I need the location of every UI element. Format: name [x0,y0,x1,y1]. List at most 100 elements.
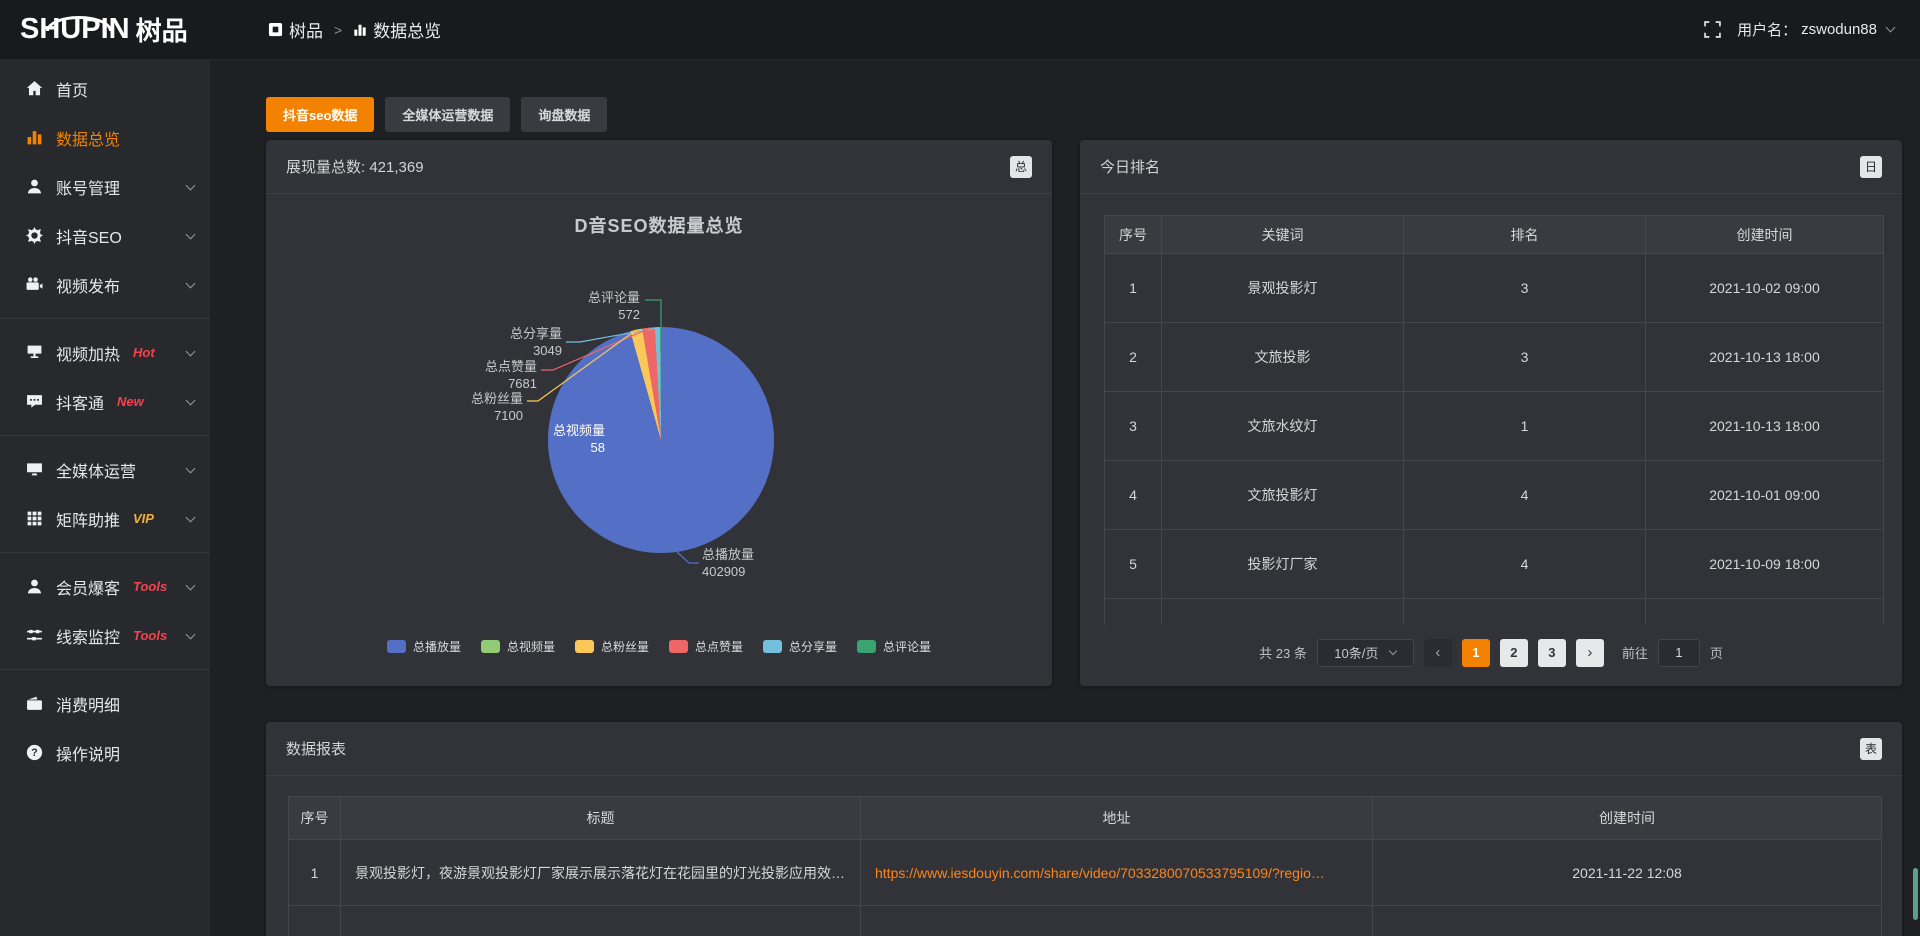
username-value[interactable]: zswodun88 [1801,21,1877,38]
tab-omni-media-data[interactable]: 全媒体运营数据 [385,97,510,132]
page-size-select[interactable]: 10条/页 [1317,639,1414,667]
chat-bubble-icon [26,393,43,410]
chart-legend: 总播放量 总视频量 总粉丝量 总点赞量 总分享量 [266,638,1052,655]
table-row[interactable]: 1 景观投影灯 3 2021-10-02 09:00 [1105,254,1884,323]
legend-swatch [763,640,782,653]
breadcrumb: 树品 > 数据总览 [268,17,441,42]
sidebar-item-douyin-seo[interactable]: 抖音SEO [0,211,210,260]
chevron-down-icon [186,463,196,473]
overview-panel-header: 展现量总数: 421,369 总 [266,140,1052,194]
pie-label-plays: 总播放量402909 [702,546,754,580]
sidebar-item-omni-media[interactable]: 全媒体运营 [0,445,210,494]
table-row[interactable]: 1 景观投影灯，夜游景观投影灯厂家展示展示落花灯在花园里的灯光投影应用效果 # … [289,840,1882,906]
legend-item-likes[interactable]: 总点赞量 [669,638,743,655]
app-logo: SHUPIN 树品 [0,11,210,48]
table-header-row: 序号 标题 地址 创建时间 [289,797,1882,840]
table-row-partial [1105,599,1884,625]
breadcrumb-root[interactable]: 树品 [268,17,323,42]
projector-screen-icon [26,344,43,361]
legend-swatch [575,640,594,653]
legend-item-comments[interactable]: 总评论量 [857,638,931,655]
chevron-down-icon [186,229,196,239]
chevron-down-icon [1389,647,1397,655]
next-page-button[interactable]: › [1576,639,1604,667]
report-url-link[interactable]: https://www.iesdouyin.com/share/video/70… [875,865,1325,881]
goto-page-input[interactable] [1658,639,1700,667]
new-badge: New [117,394,144,409]
sidebar-item-clue-monitor[interactable]: 线索监控 Tools [0,611,210,660]
overview-panel: 展现量总数: 421,369 总 D音SEO数据量总览 总评论量572 [266,140,1052,686]
sidebar-item-member-leads[interactable]: 会员爆客 Tools [0,562,210,611]
tab-inquiry-data[interactable]: 询盘数据 [521,97,607,132]
pie-label-videos: 总视频量58 [553,422,605,456]
report-table: 序号 标题 地址 创建时间 1 景观投影灯，夜游景观投影灯厂家展示展示落花灯在花… [288,796,1882,936]
sidebar-item-matrix-boost[interactable]: 矩阵助推 VIP [0,494,210,543]
legend-swatch [857,640,876,653]
pie-label-likes: 总点赞量7681 [485,358,537,392]
sidebar-item-video-publish[interactable]: 视频发布 [0,260,210,309]
chevron-down-icon [186,180,196,190]
sidebar-item-home[interactable]: 首页 [0,64,210,113]
col-index: 序号 [1105,216,1162,254]
ranking-table: 序号 关键词 排名 创建时间 1 景观投影灯 3 2021-10-02 09:0… [1104,215,1884,625]
legend-swatch [481,640,500,653]
main-content: 抖音seo数据 全媒体运营数据 询盘数据 展现量总数: 421,369 总 D音… [210,0,1920,936]
sidebar-item-doukeitong[interactable]: 抖客通 New [0,377,210,426]
sidebar-item-data-overview[interactable]: 数据总览 [0,113,210,162]
breadcrumb-current[interactable]: 数据总览 [353,17,441,42]
username-label: 用户名： [1737,19,1797,40]
chevron-down-icon [186,278,196,288]
pie-leader-lines [266,194,1052,685]
legend-item-shares[interactable]: 总分享量 [763,638,837,655]
data-source-tabs: 抖音seo数据 全媒体运营数据 询盘数据 [266,97,1902,132]
legend-item-plays[interactable]: 总播放量 [387,638,461,655]
sidebar-item-video-heat[interactable]: 视频加热 Hot [0,328,210,377]
legend-item-videos[interactable]: 总视频量 [481,638,555,655]
total-badge-button[interactable]: 总 [1010,156,1032,178]
col-rank: 排名 [1404,216,1646,254]
sidebar-item-account-management[interactable]: 账号管理 [0,162,210,211]
svg-text:?: ? [31,747,37,759]
chevron-down-icon [186,629,196,639]
sliders-icon [26,627,43,644]
scrollbar-thumb[interactable] [1913,868,1918,920]
table-row[interactable]: 3 文旅水纹灯 1 2021-10-13 18:00 [1105,392,1884,461]
ranking-panel-title: 今日排名 [1100,156,1160,177]
report-panel-title: 数据报表 [286,738,346,759]
pie-chart-area: D音SEO数据量总览 总评论量572 总分享量3049 总点赞量7681 [266,194,1052,685]
gear-icon [26,227,43,244]
table-badge-button[interactable]: 表 [1860,738,1882,760]
goto-unit: 页 [1710,643,1723,662]
goto-label: 前往 [1622,643,1648,662]
pie-label-shares: 总分享量3049 [510,325,562,359]
chevron-down-icon [186,346,196,356]
legend-swatch [669,640,688,653]
tools-badge: Tools [133,628,167,643]
tools-badge: Tools [133,579,167,594]
report-title-cell: 景观投影灯，夜游景观投影灯厂家展示展示落花灯在花园里的灯光投影应用效果 # [341,840,861,906]
sidebar-item-spending-details[interactable]: 消费明细 [0,679,210,728]
page-button-3[interactable]: 3 [1538,639,1566,667]
table-row[interactable]: 5 投影灯厂家 4 2021-10-09 18:00 [1105,530,1884,599]
table-row-partial [289,906,1882,936]
page-button-2[interactable]: 2 [1500,639,1528,667]
day-badge-button[interactable]: 日 [1860,156,1882,178]
table-row[interactable]: 4 文旅投影灯 4 2021-10-01 09:00 [1105,461,1884,530]
prev-page-button[interactable]: ‹ [1424,639,1452,667]
table-row[interactable]: 2 文旅投影 3 2021-10-13 18:00 [1105,323,1884,392]
col-title: 标题 [341,797,861,840]
user-dropdown-chevron-icon[interactable] [1886,23,1896,33]
wallet-icon [26,695,43,712]
sidebar: 首页 数据总览 账号管理 抖音SEO 视频发布 视频加热 Hot [0,60,210,936]
sidebar-divider [0,435,210,436]
fullscreen-icon[interactable] [1704,21,1721,38]
legend-item-fans[interactable]: 总粉丝量 [575,638,649,655]
hot-badge: Hot [133,345,155,360]
sidebar-item-instructions[interactable]: ? 操作说明 [0,728,210,777]
page-button-1[interactable]: 1 [1462,639,1490,667]
col-created: 创建时间 [1373,797,1882,840]
tab-douyin-seo-data[interactable]: 抖音seo数据 [266,97,374,132]
bar-chart-icon [353,23,367,37]
logo-text-cn: 树品 [136,11,188,48]
sidebar-divider [0,318,210,319]
